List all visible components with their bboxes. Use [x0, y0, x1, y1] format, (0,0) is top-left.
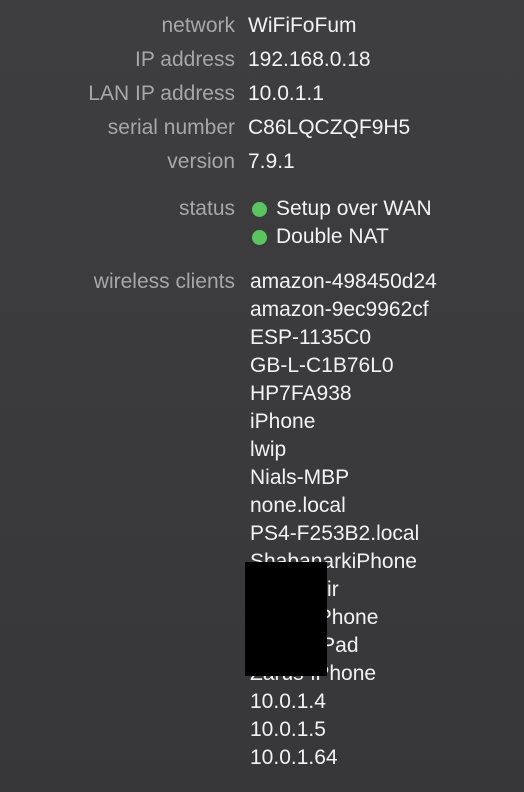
lan-ip-address-value: 10.0.1.1	[248, 82, 324, 105]
lan-ip-address-row: LAN IP address 10.0.1.1	[0, 80, 524, 108]
version-row: version 7.9.1	[0, 148, 524, 176]
status-item: Setup over WAN	[252, 195, 432, 223]
client-item: 10.0.1.4	[250, 690, 326, 713]
client-item: iPhone	[250, 410, 316, 433]
status-ok-dot-icon	[252, 229, 267, 245]
network-row: network WiFiFoFum	[0, 12, 524, 40]
client-item: lwip	[250, 438, 287, 461]
base-station-info-panel: network WiFiFoFum IP address 192.168.0.1…	[0, 0, 524, 792]
version-label: version	[167, 150, 235, 173]
wireless-clients-list: amazon-498450d24 amazon-9ec9962cf ESP-11…	[250, 268, 437, 772]
client-item: 10.0.1.64	[250, 746, 338, 769]
network-value: WiFiFoFum	[248, 14, 357, 37]
ip-address-value: 192.168.0.18	[248, 48, 371, 71]
status-text: Double NAT	[276, 225, 389, 248]
wireless-clients-label: wireless clients	[93, 270, 235, 293]
client-item: amazon-498450d24	[250, 270, 437, 293]
client-item: 10.0.1.5	[250, 718, 326, 741]
client-item: PS4-F253B2.local	[250, 522, 420, 545]
client-item: amazon-9ec9962cf	[250, 298, 429, 321]
client-item: GB-L-C1B76L0	[250, 354, 394, 377]
status-label: status	[178, 197, 235, 220]
version-value: 7.9.1	[248, 150, 295, 173]
status-item: Double NAT	[252, 223, 389, 251]
lan-ip-address-label: LAN IP address	[88, 82, 235, 105]
redaction-box	[245, 562, 327, 676]
ip-address-label: IP address	[134, 48, 235, 71]
serial-number-row: serial number C86LQCZQF9H5	[0, 114, 524, 142]
client-item: Nials-MBP	[250, 466, 350, 489]
client-item: HP7FA938	[250, 382, 352, 405]
client-item: ESP-1135C0	[250, 326, 372, 349]
serial-number-label: serial number	[107, 116, 235, 139]
status-text: Setup over WAN	[276, 197, 432, 220]
serial-number-value: C86LQCZQF9H5	[248, 116, 411, 139]
network-label: network	[161, 14, 235, 37]
ip-address-row: IP address 192.168.0.18	[0, 46, 524, 74]
client-item: none.local	[250, 494, 346, 517]
status-ok-dot-icon	[252, 201, 267, 217]
